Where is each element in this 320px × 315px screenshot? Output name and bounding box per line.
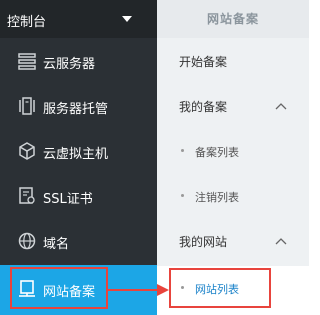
- certificate-icon: [19, 187, 35, 204]
- sidebar-item-label: 网站备案: [43, 285, 96, 300]
- bullet-dot-icon: [181, 194, 184, 197]
- subnav-panel: 网站备案 开始备案 我的备案 备案列表 注销列表 我的网站 网站列表: [157, 0, 309, 315]
- server-list-icon: [18, 53, 36, 70]
- sidebar-item-website-record[interactable]: 网站备案: [0, 265, 157, 315]
- subnav-title: 网站备案: [157, 0, 309, 38]
- subnav-item-label: 我的备案: [179, 100, 228, 114]
- subnav-item-label: 开始备案: [179, 55, 228, 69]
- bullet-dot-icon: [181, 149, 184, 152]
- subnav-item-label: 网站列表: [195, 283, 239, 296]
- cube-icon: [19, 142, 35, 160]
- subnav-item-record-list[interactable]: 备案列表: [157, 128, 309, 173]
- sidebar-header[interactable]: 控制台: [0, 0, 157, 38]
- sidebar-item-label: SSL证书: [43, 192, 93, 207]
- chevron-up-icon[interactable]: [275, 237, 287, 245]
- subnav-item-cancel-list[interactable]: 注销列表: [157, 173, 309, 218]
- subnav-group-my-websites[interactable]: 我的网站: [157, 218, 309, 263]
- sidebar-item-label: 域名: [43, 237, 70, 252]
- bullet-dot-icon: [181, 286, 184, 289]
- subnav-item-start-record[interactable]: 开始备案: [157, 38, 309, 83]
- subnav-item-label: 注销列表: [195, 191, 239, 204]
- sidebar-item-ssl[interactable]: SSL证书: [0, 173, 157, 218]
- subnav-group-my-records[interactable]: 我的备案: [157, 83, 309, 128]
- globe-icon: [18, 232, 36, 250]
- sidebar-item-label: 服务器托管: [43, 102, 109, 117]
- sidebar: 控制台 云服务器 服务器托管 云虚拟主机 SSL证书 域名 网站备案: [0, 0, 157, 315]
- subnav-item-label: 备案列表: [195, 146, 239, 159]
- subnav-item-website-list[interactable]: 网站列表: [157, 266, 309, 315]
- sidebar-item-server-hosting[interactable]: 服务器托管: [0, 83, 157, 128]
- subnav-item-label: 我的网站: [179, 235, 228, 249]
- sidebar-item-label: 云虚拟主机: [43, 147, 109, 162]
- sidebar-item-cloud-server[interactable]: 云服务器: [0, 38, 157, 83]
- chevron-up-icon[interactable]: [275, 102, 287, 110]
- caret-down-icon[interactable]: [122, 16, 132, 22]
- server-rack-icon: [19, 97, 35, 115]
- sidebar-item-virtual-host[interactable]: 云虚拟主机: [0, 128, 157, 173]
- sidebar-item-label: 云服务器: [43, 57, 96, 72]
- website-record-icon: [19, 280, 35, 297]
- console-title: 控制台: [7, 15, 47, 30]
- sidebar-item-domain[interactable]: 域名: [0, 218, 157, 263]
